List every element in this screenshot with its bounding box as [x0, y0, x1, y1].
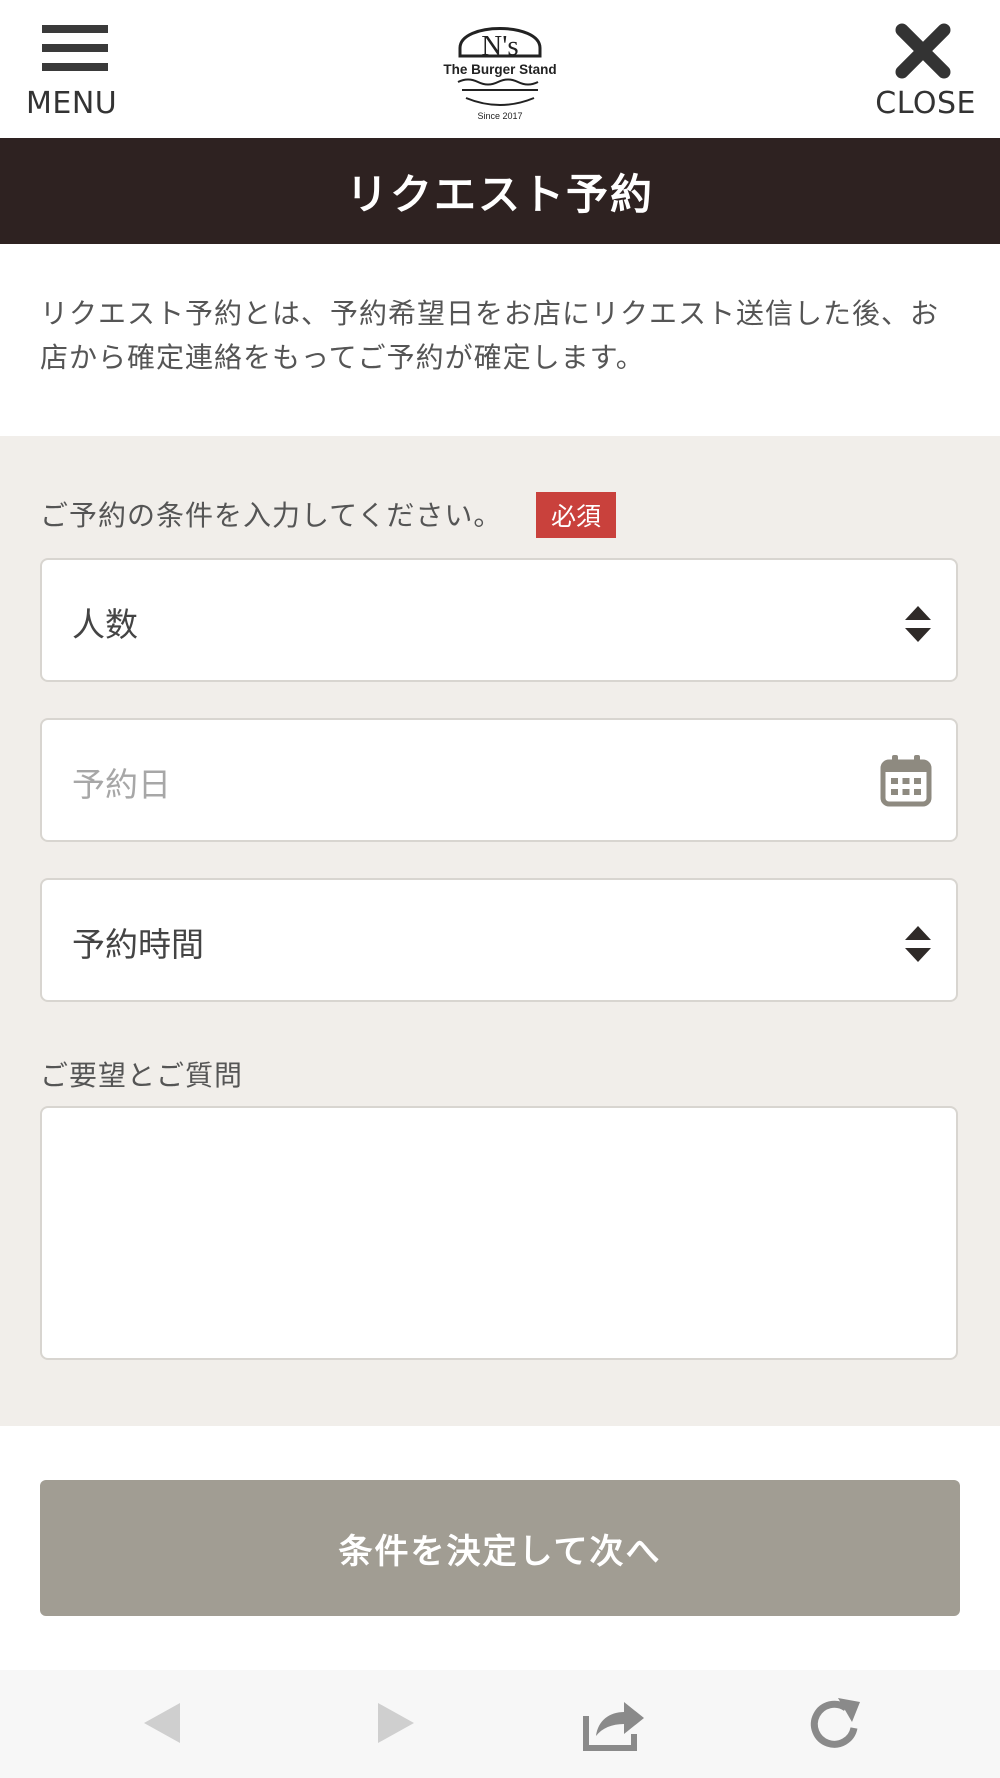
date-field[interactable]: 予約日	[40, 718, 958, 842]
logo-sub-text: The Burger Stand	[443, 62, 556, 77]
close-icon	[895, 23, 951, 79]
ns-burger-stand-logo[interactable]: N's The Burger Stand Since 2017	[430, 12, 570, 130]
share-icon[interactable]	[578, 1692, 648, 1754]
party-size-value: 人数	[72, 605, 138, 644]
time-value: 予約時間	[72, 925, 204, 964]
intro-text: リクエスト予約とは、予約希望日をお店にリクエスト送信した後、お店から確定連絡をも…	[40, 297, 940, 374]
conditions-label: ご予約の条件を入力してください。	[40, 499, 503, 532]
logo-main-text: N's	[481, 30, 518, 62]
party-size-select[interactable]: 人数	[40, 558, 958, 682]
site-header: MENU N's The Burger Stand Since 2017 CLO…	[0, 0, 1000, 138]
close-label: CLOSE	[875, 86, 976, 121]
time-select[interactable]: 予約時間	[40, 878, 958, 1002]
back-arrow-icon[interactable]	[130, 1692, 200, 1754]
menu-label: MENU	[26, 86, 118, 121]
requests-label: ご要望とご質問	[40, 1059, 244, 1092]
submit-button[interactable]: 条件を決定して次へ	[40, 1480, 960, 1616]
select-arrows-icon	[905, 926, 931, 962]
menu-button[interactable]: MENU	[26, 20, 126, 121]
title-bar: リクエスト予約	[0, 138, 1000, 244]
browser-toolbar	[0, 1670, 1000, 1778]
reload-icon[interactable]	[800, 1692, 870, 1754]
select-arrows-icon	[905, 606, 931, 642]
hamburger-icon	[42, 25, 108, 73]
required-badge: 必須	[536, 492, 616, 538]
forward-arrow-icon[interactable]	[358, 1692, 428, 1754]
page-title: リクエスト予約	[345, 169, 654, 219]
date-placeholder: 予約日	[72, 765, 171, 804]
close-button[interactable]: CLOSE	[866, 20, 976, 121]
calendar-icon[interactable]	[880, 754, 932, 808]
requests-textarea[interactable]	[40, 1106, 958, 1360]
reservation-form: ご予約の条件を入力してください。 必須 人数 予約日 予約時間 ご要望とご質問	[0, 436, 1000, 1426]
logo-since-text: Since 2017	[477, 111, 522, 121]
